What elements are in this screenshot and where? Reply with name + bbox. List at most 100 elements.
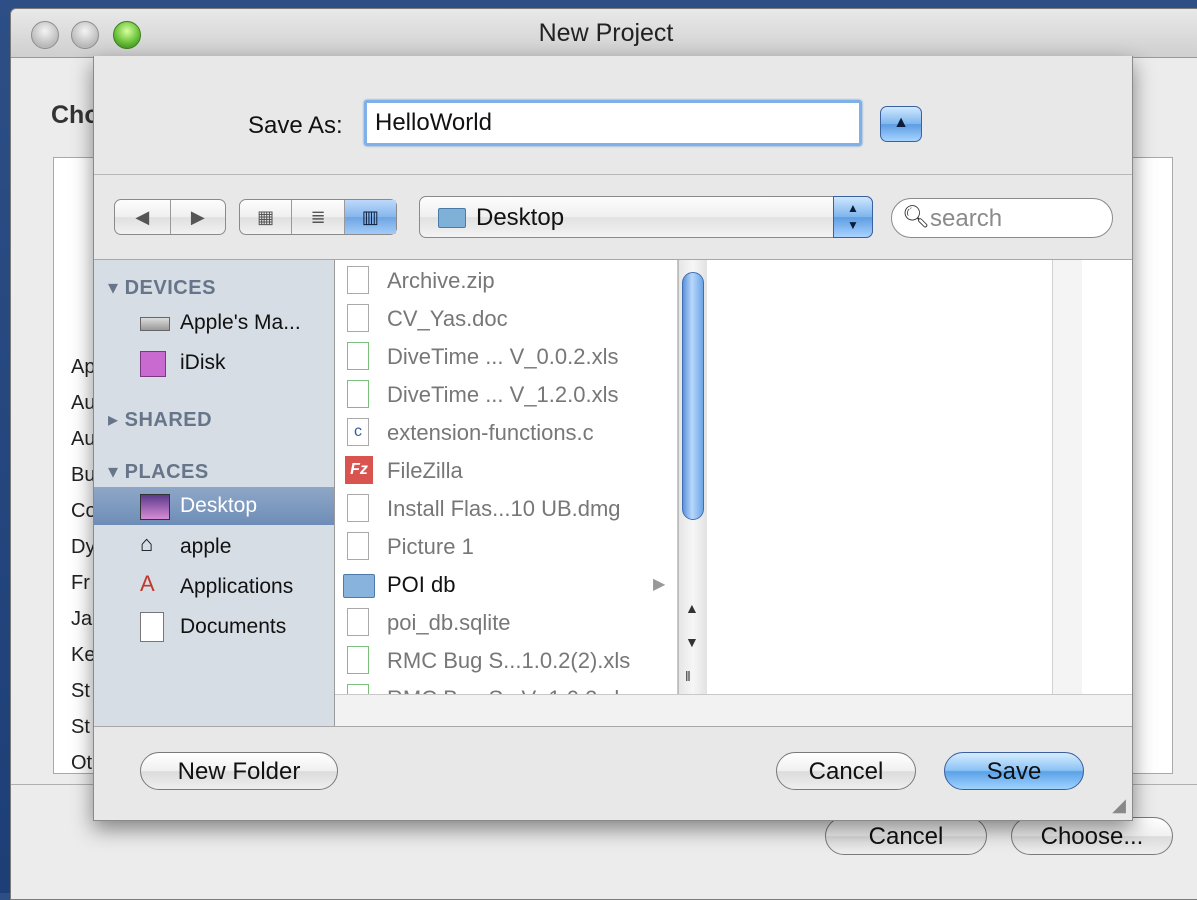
save-as-field[interactable]: HelloWorld — [364, 100, 862, 146]
preview-column — [707, 260, 1052, 694]
file-row[interactable]: RMC Bug S...V_1.0.2.xls — [335, 680, 677, 694]
sidebar-item-applications[interactable]: A Applications — [94, 568, 334, 606]
zip-file-icon — [347, 266, 369, 294]
hard-drive-icon — [140, 317, 170, 331]
file-row[interactable]: RMC Bug S...1.0.2(2).xls — [335, 642, 677, 680]
column-resize-handle-icon[interactable]: ‖ — [685, 668, 691, 684]
file-name: Picture 1 — [387, 534, 474, 559]
scrollbar-thumb[interactable] — [682, 272, 704, 520]
back-arrow-icon[interactable]: ◀ — [115, 200, 171, 234]
sidebar: ▾ DEVICES Apple's Ma... iDisk ▸ SHARED ▾… — [94, 260, 335, 726]
sidebar-item-label: iDisk — [180, 351, 226, 374]
c-source-file-icon: c — [347, 418, 369, 446]
divider — [94, 726, 1132, 727]
empty-column — [1082, 260, 1132, 694]
forward-arrow-icon[interactable]: ▶ — [171, 200, 226, 234]
sidebar-item-desktop[interactable]: Desktop — [94, 487, 334, 525]
triangle-up-icon: ▲ — [893, 114, 909, 131]
location-label: Desktop — [476, 204, 565, 231]
file-row[interactable]: c extension-functions.c — [335, 414, 677, 452]
disk-image-file-icon — [347, 494, 369, 522]
chevron-right-icon: ▶ — [653, 576, 666, 593]
back-forward-control: ◀ ▶ — [114, 199, 226, 235]
section-header-label: SHARED — [124, 409, 213, 431]
file-column: Archive.zip CV_Yas.doc DiveTime ... V_0.… — [335, 260, 678, 694]
cancel-button[interactable]: Cancel — [776, 752, 916, 790]
spreadsheet-file-icon — [347, 342, 369, 370]
search-field[interactable]: 🔍︎ search — [891, 198, 1113, 238]
file-row[interactable]: DiveTime ... V_1.2.0.xls — [335, 376, 677, 414]
section-header-label: DEVICES — [124, 277, 216, 299]
file-name: extension-functions.c — [387, 420, 594, 445]
image-file-icon — [347, 532, 369, 560]
sidebar-item-label: Applications — [180, 575, 294, 598]
file-name: POI db — [387, 572, 456, 597]
sidebar-section-shared[interactable]: ▸ SHARED — [108, 407, 212, 432]
file-name: DiveTime ... V_1.2.0.xls — [387, 382, 619, 407]
sidebar-item-hard-drive[interactable]: Apple's Ma... — [94, 304, 334, 342]
file-row[interactable]: DiveTime ... V_0.0.2.xls — [335, 338, 677, 376]
database-file-icon — [347, 608, 369, 636]
file-row[interactable]: Fz FileZilla — [335, 452, 677, 490]
sidebar-section-devices[interactable]: ▾ DEVICES — [108, 275, 216, 300]
save-button[interactable]: Save — [944, 752, 1084, 790]
new-folder-button[interactable]: New Folder — [140, 752, 338, 790]
file-name: CV_Yas.doc — [387, 306, 508, 331]
spreadsheet-file-icon — [347, 646, 369, 674]
documents-icon — [140, 612, 164, 642]
file-row[interactable]: poi_db.sqlite — [335, 604, 677, 642]
list-view-icon[interactable]: ≣ — [292, 200, 345, 234]
file-name: Archive.zip — [387, 268, 495, 293]
collapse-browser-button[interactable]: ▲ — [880, 106, 922, 142]
sidebar-item-documents[interactable]: Documents — [94, 608, 334, 646]
folder-row[interactable]: POI db ▶ — [335, 566, 677, 604]
home-icon: ⌂ — [140, 531, 154, 556]
sidebar-item-label: Apple's Ma... — [180, 311, 301, 334]
horizontal-scrollbar[interactable] — [335, 694, 1132, 727]
section-header-label: PLACES — [124, 461, 209, 483]
window-cancel-button[interactable]: Cancel — [825, 817, 987, 855]
file-name: DiveTime ... V_0.0.2.xls — [387, 344, 619, 369]
column-view-icon[interactable]: ▥ — [344, 200, 396, 234]
file-name: FileZilla — [387, 458, 463, 483]
resize-grip-icon[interactable]: ◢ — [1112, 795, 1126, 816]
file-column-scrollbar[interactable]: ▲ ▼ ‖ — [678, 260, 707, 694]
search-icon: 🔍︎ — [902, 204, 930, 229]
icon-view-icon[interactable]: ▦ — [240, 200, 293, 234]
file-name: RMC Bug S...V_1.0.2.xls — [387, 686, 630, 694]
doc-file-icon — [347, 304, 369, 332]
spreadsheet-file-icon — [347, 380, 369, 408]
folder-icon — [438, 208, 466, 228]
file-row[interactable]: Archive.zip — [335, 262, 677, 300]
file-row[interactable]: Install Flas...10 UB.dmg — [335, 490, 677, 528]
sidebar-item-label: Documents — [180, 615, 287, 638]
applications-icon: A — [140, 571, 155, 596]
column-divider — [1052, 260, 1083, 694]
idisk-icon — [140, 351, 166, 377]
save-as-label: Save As: — [248, 112, 343, 139]
sidebar-item-label: Desktop — [180, 494, 258, 517]
updown-arrows-icon: ▲ ▼ — [833, 196, 873, 238]
title-bar: New Project — [11, 9, 1197, 58]
file-name: poi_db.sqlite — [387, 610, 511, 635]
file-name: RMC Bug S...1.0.2(2).xls — [387, 648, 631, 673]
sidebar-section-places[interactable]: ▾ PLACES — [108, 459, 209, 484]
file-row[interactable]: CV_Yas.doc — [335, 300, 677, 338]
window-title: New Project — [538, 19, 674, 47]
save-sheet: Save As: HelloWorld ▲ ◀ ▶ ▦ ≣ ▥ Desktop … — [93, 56, 1133, 821]
search-placeholder: search — [930, 205, 1003, 232]
folder-icon — [343, 574, 375, 598]
choose-button[interactable]: Choose... — [1011, 817, 1173, 855]
file-name: Install Flas...10 UB.dmg — [387, 496, 621, 521]
scroll-down-arrow-icon[interactable]: ▼ — [685, 634, 699, 650]
sidebar-item-label: apple — [180, 535, 232, 558]
sidebar-item-idisk[interactable]: iDisk — [94, 344, 334, 382]
divider — [94, 174, 1132, 175]
file-row[interactable]: Picture 1 — [335, 528, 677, 566]
view-mode-control: ▦ ≣ ▥ — [239, 199, 397, 235]
location-popup[interactable]: Desktop ▲ ▼ — [419, 196, 873, 238]
scroll-up-arrow-icon[interactable]: ▲ — [685, 600, 699, 616]
sidebar-item-home[interactable]: ⌂ apple — [94, 528, 334, 566]
spreadsheet-file-icon — [347, 684, 369, 694]
desktop-icon — [140, 494, 170, 520]
